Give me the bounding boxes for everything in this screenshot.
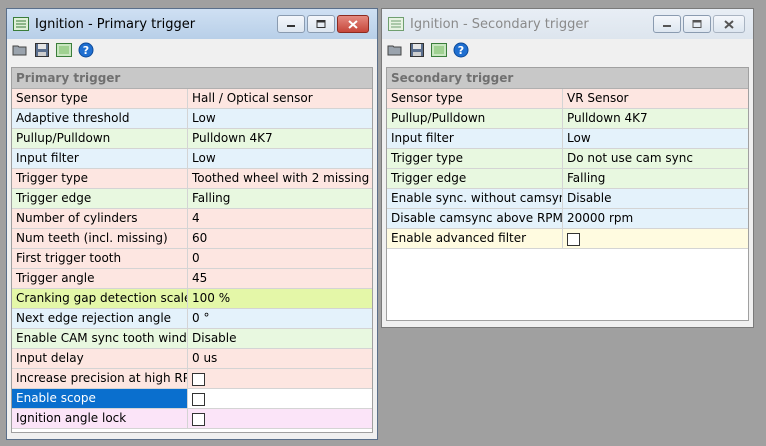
help-icon[interactable]: ? bbox=[77, 41, 95, 59]
save-icon[interactable] bbox=[408, 41, 426, 59]
svg-text:?: ? bbox=[83, 44, 89, 57]
svg-text:?: ? bbox=[458, 44, 464, 57]
property-row-input-delay[interactable]: Input delay 0 us bbox=[12, 349, 372, 369]
minimize-button[interactable] bbox=[277, 15, 305, 33]
toolbar: ? bbox=[7, 39, 377, 61]
view-icon[interactable] bbox=[55, 41, 73, 59]
property-row-sensor-type[interactable]: Sensor type VR Sensor bbox=[387, 89, 748, 109]
enable-advanced-filter-checkbox[interactable] bbox=[567, 233, 580, 246]
minimize-button[interactable] bbox=[653, 15, 681, 33]
property-row-pullup-pulldown[interactable]: Pullup/Pulldown Pulldown 4K7 bbox=[12, 129, 372, 149]
property-row-enable-advanced-filter[interactable]: Enable advanced filter bbox=[387, 229, 748, 249]
maximize-button[interactable] bbox=[307, 15, 335, 33]
enable-scope-checkbox[interactable] bbox=[192, 393, 205, 406]
title-bar[interactable]: Ignition - Secondary trigger bbox=[382, 9, 753, 39]
toolbar: ? bbox=[382, 39, 753, 61]
property-row-ignition-angle-lock[interactable]: Ignition angle lock bbox=[12, 409, 372, 429]
open-folder-icon[interactable] bbox=[386, 41, 404, 59]
property-row-adaptive-threshold[interactable]: Adaptive threshold Low bbox=[12, 109, 372, 129]
close-button[interactable] bbox=[713, 15, 745, 33]
window-title: Ignition - Secondary trigger bbox=[410, 16, 589, 32]
title-bar[interactable]: Ignition - Primary trigger bbox=[7, 9, 377, 39]
secondary-property-grid: Secondary trigger Sensor type VR Sensor P… bbox=[386, 67, 749, 321]
minimize-icon bbox=[287, 25, 295, 27]
property-row-sensor-type[interactable]: Sensor type Hall / Optical sensor bbox=[12, 89, 372, 109]
window-title: Ignition - Primary trigger bbox=[35, 16, 196, 32]
property-row-first-trigger-tooth[interactable]: First trigger tooth 0 bbox=[12, 249, 372, 269]
property-row-trigger-angle[interactable]: Trigger angle 45 bbox=[12, 269, 372, 289]
close-button[interactable] bbox=[337, 15, 369, 33]
app-icon bbox=[13, 17, 29, 31]
secondary-trigger-window[interactable]: Ignition - Secondary trigger ? Secondary… bbox=[381, 8, 754, 328]
property-row-trigger-edge[interactable]: Trigger edge Falling bbox=[12, 189, 372, 209]
maximize-button[interactable] bbox=[683, 15, 711, 33]
maximize-icon bbox=[692, 20, 702, 28]
increase-precision-checkbox[interactable] bbox=[192, 373, 205, 386]
property-row-num-teeth[interactable]: Num teeth (incl. missing) 60 bbox=[12, 229, 372, 249]
property-row-number-of-cylinders[interactable]: Number of cylinders 4 bbox=[12, 209, 372, 229]
property-row-trigger-edge[interactable]: Trigger edge Falling bbox=[387, 169, 748, 189]
view-icon[interactable] bbox=[430, 41, 448, 59]
property-row-trigger-type[interactable]: Trigger type Do not use cam sync bbox=[387, 149, 748, 169]
app-icon bbox=[388, 17, 404, 31]
property-row-enable-scope[interactable]: Enable scope bbox=[12, 389, 372, 409]
property-row-pullup-pulldown[interactable]: Pullup/Pulldown Pulldown 4K7 bbox=[387, 109, 748, 129]
minimize-icon bbox=[663, 25, 671, 27]
property-row-next-edge-rejection[interactable]: Next edge rejection angle 0 ° bbox=[12, 309, 372, 329]
help-icon[interactable]: ? bbox=[452, 41, 470, 59]
property-row-trigger-type[interactable]: Trigger type Toothed wheel with 2 missing… bbox=[12, 169, 372, 189]
property-row-enable-sync-without-camsync[interactable]: Enable sync. without camsync Disable bbox=[387, 189, 748, 209]
primary-trigger-window[interactable]: Ignition - Primary trigger ? Primary tri… bbox=[6, 8, 378, 440]
property-row-increase-precision[interactable]: Increase precision at high RPM bbox=[12, 369, 372, 389]
close-icon bbox=[724, 19, 734, 29]
section-header: Primary trigger bbox=[12, 68, 372, 89]
open-folder-icon[interactable] bbox=[11, 41, 29, 59]
primary-property-grid: Primary trigger Sensor type Hall / Optica… bbox=[11, 67, 373, 433]
property-row-input-filter[interactable]: Input filter Low bbox=[12, 149, 372, 169]
property-row-cranking-gap[interactable]: Cranking gap detection scale 100 % bbox=[12, 289, 372, 309]
save-icon[interactable] bbox=[33, 41, 51, 59]
section-header: Secondary trigger bbox=[387, 68, 748, 89]
property-row-disable-camsync-above-rpm[interactable]: Disable camsync above RPM 20000 rpm bbox=[387, 209, 748, 229]
property-row-cam-sync-window[interactable]: Enable CAM sync tooth window Disable bbox=[12, 329, 372, 349]
ignition-angle-lock-checkbox[interactable] bbox=[192, 413, 205, 426]
maximize-icon bbox=[316, 20, 326, 28]
property-row-input-filter[interactable]: Input filter Low bbox=[387, 129, 748, 149]
close-icon bbox=[348, 19, 358, 29]
